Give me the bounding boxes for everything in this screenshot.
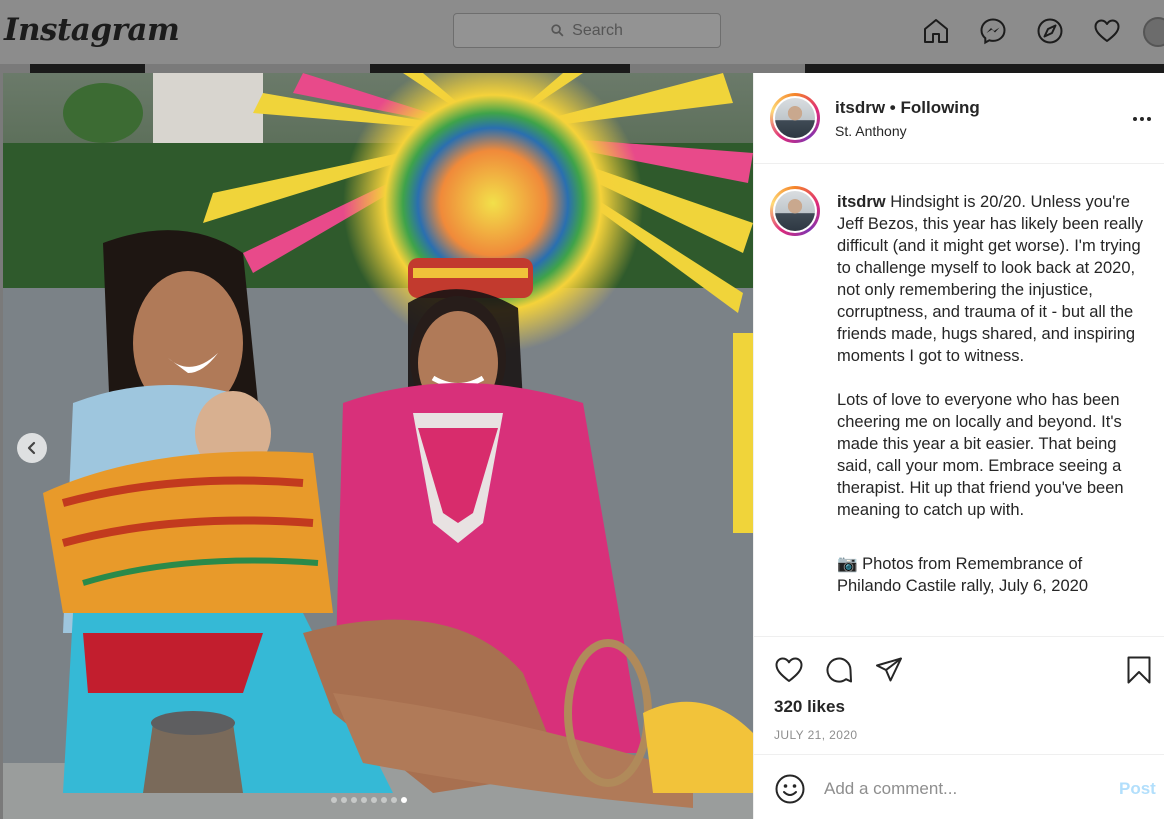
carousel-prev-button[interactable] [17, 433, 47, 463]
like-button[interactable] [773, 654, 805, 686]
more-dot-icon [1140, 117, 1144, 121]
caption-paragraph-3: 📷 Photos from Remembrance of Philando Ca… [837, 555, 1088, 595]
carousel-dot [381, 797, 387, 803]
carousel-dot [401, 797, 407, 803]
carousel-indicator-dots [331, 797, 407, 803]
more-dot-icon [1133, 117, 1137, 121]
emoji-button[interactable] [774, 773, 806, 805]
post-date[interactable]: JULY 21, 2020 [774, 728, 857, 742]
post-side-panel: itsdrw • Following St. Anthony itsdrw Hi… [753, 73, 1164, 819]
chevron-left-icon [27, 441, 36, 455]
nav-icons [921, 16, 1122, 46]
instagram-logo[interactable]: Instagram [4, 12, 180, 48]
comment-form: Post [754, 754, 1164, 819]
carousel-dot [391, 797, 397, 803]
author-avatar[interactable] [770, 93, 820, 143]
save-button[interactable] [1123, 654, 1155, 686]
post-photo[interactable] [3, 73, 753, 819]
more-options-button[interactable] [1129, 109, 1155, 129]
messenger-icon[interactable] [978, 16, 1008, 46]
caption-username[interactable]: itsdrw [837, 193, 886, 211]
carousel-dot [361, 797, 367, 803]
home-icon[interactable] [921, 16, 951, 46]
profile-avatar[interactable] [1143, 17, 1164, 47]
search-box[interactable]: Search [453, 13, 721, 48]
header-username[interactable]: itsdrw [835, 98, 885, 117]
header-username-line: itsdrw • Following [835, 98, 980, 118]
post-caption: itsdrw Hindsight is 20/20. Unless you're… [837, 191, 1147, 619]
top-navigation-bar: Instagram Search [0, 0, 1164, 64]
caption-paragraph-2: Lots of love to everyone who has been ch… [837, 391, 1124, 519]
share-button[interactable] [873, 654, 905, 686]
comment-button[interactable] [823, 654, 855, 686]
carousel-dot [351, 797, 357, 803]
search-icon [551, 24, 564, 37]
rally-photo-image [3, 73, 753, 819]
comment-bubble-icon [826, 657, 852, 683]
post-comment-button[interactable]: Post [1119, 779, 1156, 799]
caption-author-avatar[interactable] [770, 186, 820, 236]
carousel-dot [341, 797, 347, 803]
following-button[interactable]: Following [900, 98, 979, 117]
caption-scroll-area[interactable]: itsdrw Hindsight is 20/20. Unless you're… [754, 165, 1164, 637]
background-feed-strip [0, 64, 1164, 73]
post-header: itsdrw • Following St. Anthony [754, 73, 1164, 164]
heart-icon [775, 657, 803, 682]
activity-heart-icon[interactable] [1092, 16, 1122, 46]
caption-paragraph-1: Hindsight is 20/20. Unless you're Jeff B… [837, 193, 1144, 365]
carousel-dot [331, 797, 337, 803]
post-location[interactable]: St. Anthony [835, 123, 907, 139]
more-dot-icon [1147, 117, 1151, 121]
comment-input[interactable] [824, 775, 1104, 803]
paper-plane-icon [876, 657, 902, 682]
search-placeholder: Search [572, 21, 623, 39]
emoji-smiley-icon [775, 774, 805, 804]
post-actions: 320 likes JULY 21, 2020 [754, 636, 1164, 754]
carousel-dot [371, 797, 377, 803]
explore-icon[interactable] [1035, 16, 1065, 46]
header-separator: • [889, 98, 896, 117]
bookmark-icon [1127, 656, 1151, 684]
likes-count[interactable]: 320 likes [774, 697, 845, 717]
